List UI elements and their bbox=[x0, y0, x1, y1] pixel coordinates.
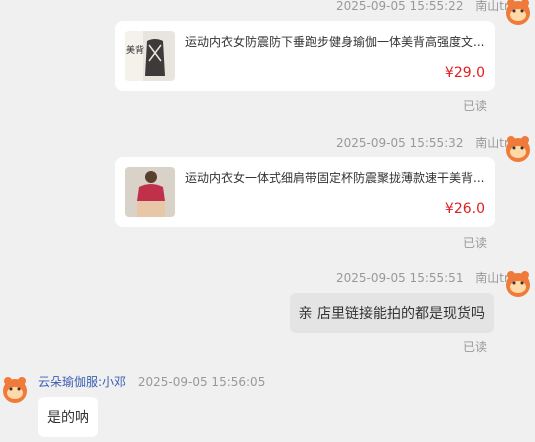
cartoon-avatar-icon bbox=[506, 136, 530, 162]
cartoon-avatar-icon bbox=[506, 271, 530, 297]
cartoon-avatar-icon bbox=[3, 377, 27, 403]
message-header: 云朵瑜伽服:小邓 2025-09-05 15:56:05 bbox=[38, 373, 265, 390]
product-card[interactable]: 运动内衣女一体式细肩带固定杯防震聚拢薄款速干美背... ¥26.0 bbox=[115, 157, 495, 227]
product-thumbnail[interactable]: 美背 bbox=[125, 31, 175, 81]
agent-avatar[interactable] bbox=[0, 374, 30, 404]
timestamp-text: 2025-09-05 15:55:32 bbox=[336, 136, 464, 150]
product-price: ¥26.0 bbox=[444, 201, 485, 217]
read-status: 已读 bbox=[463, 340, 488, 354]
message-timestamp: 2025-09-05 15:55:22 南山tm bbox=[336, 0, 516, 14]
product-title[interactable]: 运动内衣女一体式细肩带固定杯防震聚拢薄款速干美背... bbox=[185, 169, 485, 186]
timestamp-text: 2025-09-05 15:56:05 bbox=[137, 375, 266, 389]
user-avatar[interactable] bbox=[503, 0, 533, 26]
message-timestamp: 2025-09-05 15:55:51 南山tm bbox=[336, 269, 516, 286]
user-avatar[interactable] bbox=[503, 133, 533, 163]
thumbnail-label: 美背 bbox=[126, 46, 145, 56]
product-thumbnail[interactable] bbox=[125, 167, 175, 217]
message-bubble-incoming[interactable]: 是的呐 bbox=[38, 397, 98, 437]
message-bubble-outgoing[interactable]: 亲 店里链接能拍的都是现货吗 bbox=[289, 293, 494, 333]
read-status: 已读 bbox=[463, 236, 488, 250]
product-title[interactable]: 运动内衣女防震防下垂跑步健身瑜伽一体美背高强度文... bbox=[185, 33, 485, 50]
agent-name[interactable]: 云朵瑜伽服:小邓 bbox=[38, 375, 126, 389]
read-status: 已读 bbox=[463, 99, 488, 113]
message-timestamp: 2025-09-05 15:55:32 南山tm bbox=[336, 134, 516, 151]
cartoon-avatar-icon bbox=[506, 0, 530, 25]
timestamp-text: 2025-09-05 15:55:51 bbox=[336, 271, 464, 285]
product-card[interactable]: 美背 运动内衣女防震防下垂跑步健身瑜伽一体美背高强度文... ¥29.0 bbox=[115, 21, 495, 91]
product-price: ¥29.0 bbox=[444, 65, 485, 81]
timestamp-text: 2025-09-05 15:55:22 bbox=[336, 0, 464, 13]
user-avatar[interactable] bbox=[503, 268, 533, 298]
